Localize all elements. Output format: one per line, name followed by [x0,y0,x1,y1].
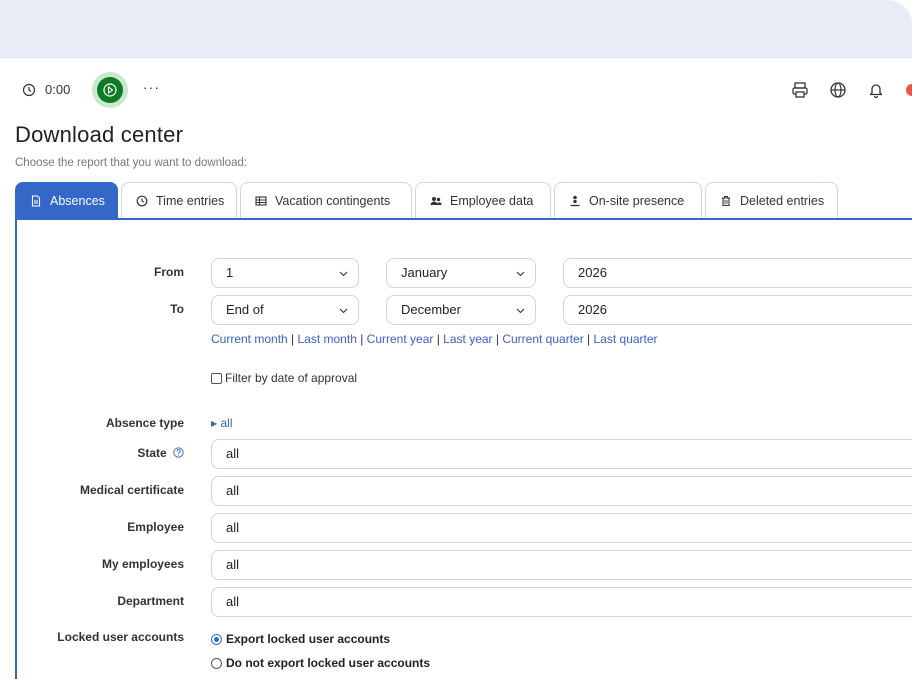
employee-value: all [226,520,240,535]
more-options-button[interactable]: ··· [143,79,160,95]
toolbar: 0:00 ··· [0,70,912,110]
export-locked-label: Export locked user accounts [226,632,391,646]
document-icon [31,195,41,207]
export-locked-option[interactable]: Export locked user accounts [211,632,390,646]
from-day-select[interactable]: 1 [211,258,359,288]
tab-label: Time entries [156,194,225,208]
no-export-locked-label: Do not export locked user accounts [226,656,431,670]
quick-range-links: Current month | Last month | Current yea… [211,332,658,346]
person-pin-icon [570,195,580,207]
tab-absences[interactable]: Absences [15,182,118,219]
page-subtitle: Choose the report that you want to downl… [15,157,248,169]
caret-right-icon: ▶ [211,419,218,428]
employee-label: Employee [127,520,184,534]
medical-certificate-value: all [226,483,240,498]
department-value: all [226,594,240,609]
chevron-down-icon [339,308,348,314]
page-title: Download center [15,122,184,147]
to-label: To [170,302,184,316]
to-month-value: December [401,302,461,317]
trash-icon [722,196,730,207]
globe-icon[interactable] [829,81,847,99]
tab-deleted-entries[interactable]: Deleted entries [705,182,838,219]
chevron-down-icon [516,271,525,277]
from-month-select[interactable]: January [386,258,536,288]
user-avatar[interactable] [906,84,912,96]
medical-certificate-select[interactable]: all [211,476,912,506]
tab-label: Vacation contingents [275,194,391,208]
start-timer-button[interactable] [92,72,128,108]
table-icon [255,196,267,206]
link-last-month[interactable]: Last month [298,332,357,346]
chevron-down-icon [516,308,525,314]
to-month-select[interactable]: December [386,295,536,325]
export-locked-radio[interactable] [211,633,222,645]
link-current-year[interactable]: Current year [367,332,434,346]
timer-display: 0:00 [45,82,71,97]
state-value: all [226,446,240,461]
tab-label: Absences [50,194,105,208]
to-day-select[interactable]: End of [211,295,359,325]
state-label: State [14,446,184,460]
from-label: From [154,265,184,279]
no-export-locked-radio[interactable] [211,657,222,669]
tab-label: Employee data [450,194,534,208]
play-icon [103,83,117,97]
clock-icon [136,195,148,207]
to-year-value: 2026 [578,302,607,317]
my-employees-select[interactable]: all [211,550,912,580]
from-year-value: 2026 [578,265,607,280]
tab-label: On-site presence [589,194,685,208]
print-icon[interactable] [791,81,809,99]
from-month-value: January [401,265,448,280]
clock-icon [22,83,36,97]
to-day-value: End of [226,302,264,317]
to-year-input[interactable]: 2026 [563,295,912,325]
tab-label: Deleted entries [740,194,825,208]
absence-type-label: Absence type [105,416,184,430]
my-employees-value: all [226,557,240,572]
bell-icon[interactable] [867,81,885,99]
employee-select[interactable]: all [211,513,912,543]
help-icon[interactable] [173,447,184,458]
state-label-text: State [137,446,167,460]
department-select[interactable]: all [211,587,912,617]
from-day-value: 1 [226,265,234,280]
filter-approval-checkbox[interactable] [211,372,222,384]
link-current-quarter[interactable]: Current quarter [502,332,583,346]
tab-time-entries[interactable]: Time entries [121,182,237,219]
no-export-locked-option[interactable]: Do not export locked user accounts [211,656,430,670]
locked-accounts-label: Locked user accounts [57,630,184,644]
tab-on-site-presence[interactable]: On-site presence [554,182,702,219]
state-select[interactable]: all [211,439,912,469]
tab-employee-data[interactable]: Employee data [415,182,551,219]
chevron-down-icon [339,271,348,277]
my-employees-label: My employees [101,557,184,571]
absence-type-value: all [220,416,233,430]
filter-approval-row: Filter by date of approval [211,371,357,385]
tab-vacation-contingents[interactable]: Vacation contingents [240,182,412,219]
top-header-band [0,0,912,58]
link-last-year[interactable]: Last year [443,332,492,346]
users-icon [430,197,442,205]
medical-certificate-label: Medical certificate [79,483,184,497]
link-current-month[interactable]: Current month [211,332,288,346]
absence-type-toggle[interactable]: ▶ all [211,416,233,430]
filter-approval-label: Filter by date of approval [225,371,358,385]
department-label: Department [117,594,184,608]
from-year-input[interactable]: 2026 [563,258,912,288]
link-last-quarter[interactable]: Last quarter [594,332,658,346]
